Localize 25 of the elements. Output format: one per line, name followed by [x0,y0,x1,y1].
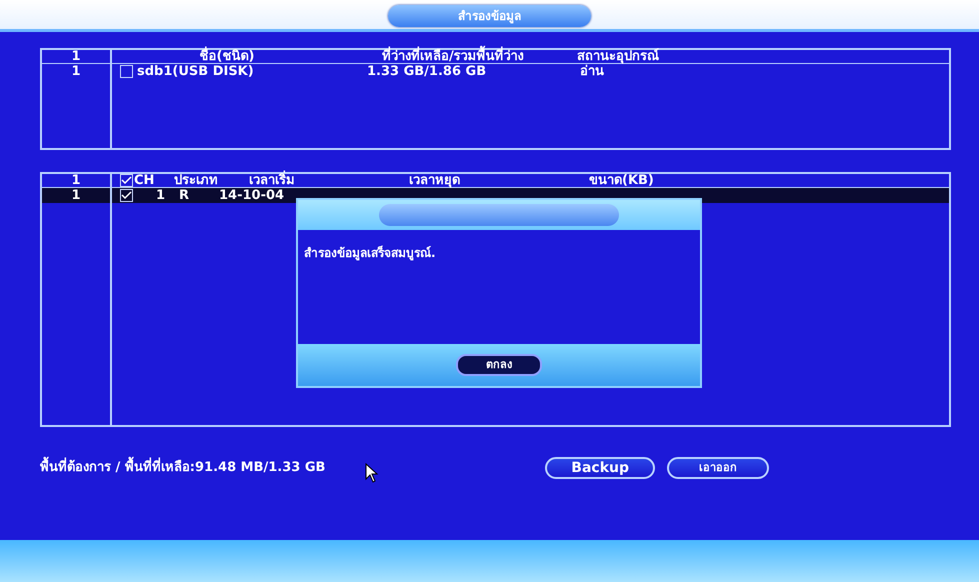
cursor-icon [365,463,380,483]
table-cell: 14-10-04 [219,188,284,203]
checkbox[interactable] [120,65,133,78]
table-cell-text: 1.33 GB/1.86 GB [367,64,488,79]
column-header: เวลาหยุด [409,174,461,188]
checkbox[interactable] [120,189,133,202]
remove-button[interactable]: เอาออก [667,457,769,479]
dialog-message: สำรองข้อมูลเสร็จสมบูรณ์. [303,244,437,262]
window-title: สำรองข้อมูล [388,5,591,27]
ok-button[interactable]: ตกลง [456,354,542,376]
row-number: 1 [42,188,110,203]
column-header: CH [134,174,156,188]
table-cell-text: sdb1(USB DISK) [137,64,255,79]
row-number: 1 [70,64,82,79]
column-header: สถานะอุปกรณ์ [577,50,660,64]
column-header: 1 [70,174,82,188]
space-summary: พื้นที่ต้องการ / พื้นที่ที่เหลือ:91.48 MB/1.33 GB [40,458,326,478]
table-cell-text: R [179,188,190,203]
table-cell-text: 1 [154,188,165,203]
checkbox[interactable] [120,174,133,187]
backup-button[interactable]: Backup [545,457,655,479]
column-header: 1 [70,50,82,64]
table-cell: อ่าน [580,64,604,79]
column-header: ประเภท [174,174,219,188]
column-header: ขนาด(KB) [589,174,655,188]
